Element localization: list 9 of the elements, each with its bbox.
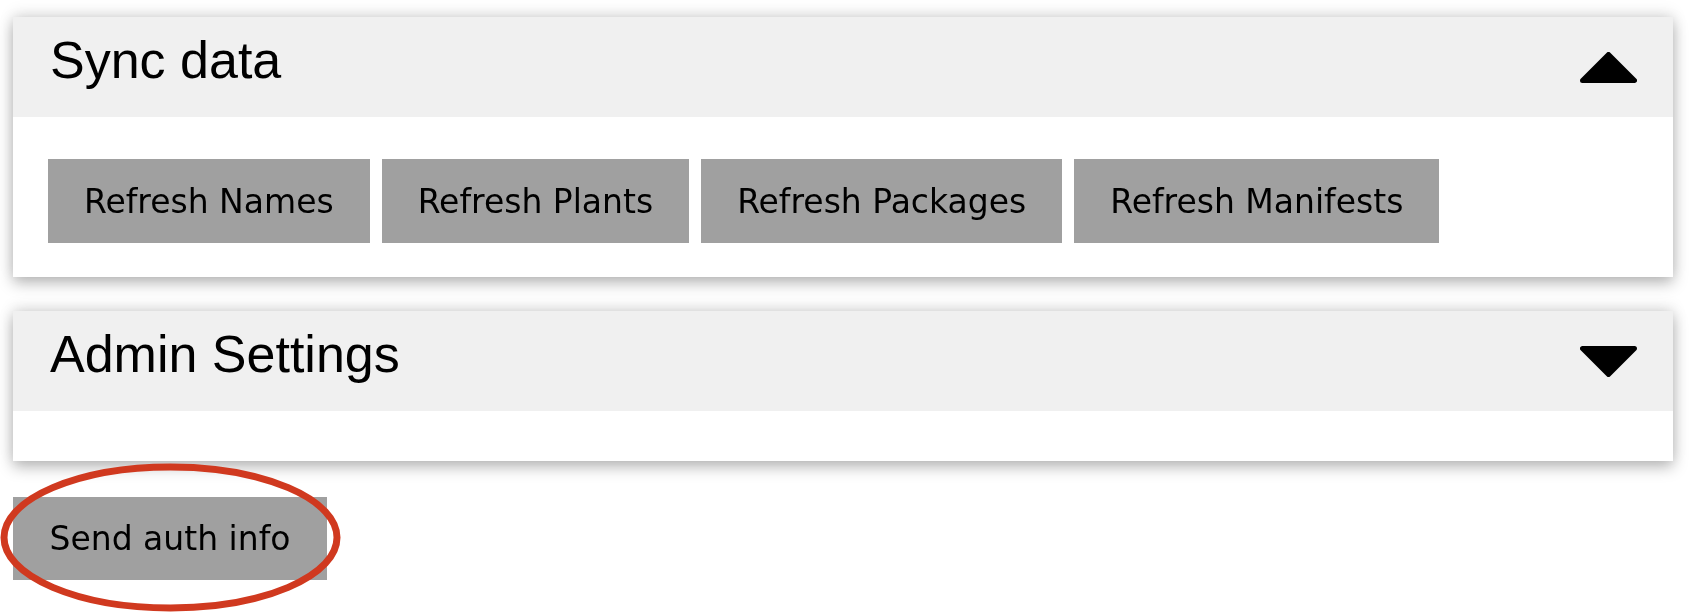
panel-header[interactable]: Admin Settings [13, 311, 1673, 411]
caret-icon[interactable] [1580, 345, 1637, 377]
refresh-button[interactable]: Refresh Packages [701, 159, 1063, 243]
caret-icon[interactable] [1580, 51, 1637, 83]
panel-header[interactable]: Sync data [13, 17, 1673, 117]
send-auth-button[interactable]: Send auth info [13, 497, 327, 580]
refresh-button[interactable]: Refresh Names [48, 159, 370, 243]
refresh-button[interactable]: Refresh Plants [381, 159, 690, 243]
refresh-button[interactable]: Refresh Manifests [1074, 159, 1440, 243]
